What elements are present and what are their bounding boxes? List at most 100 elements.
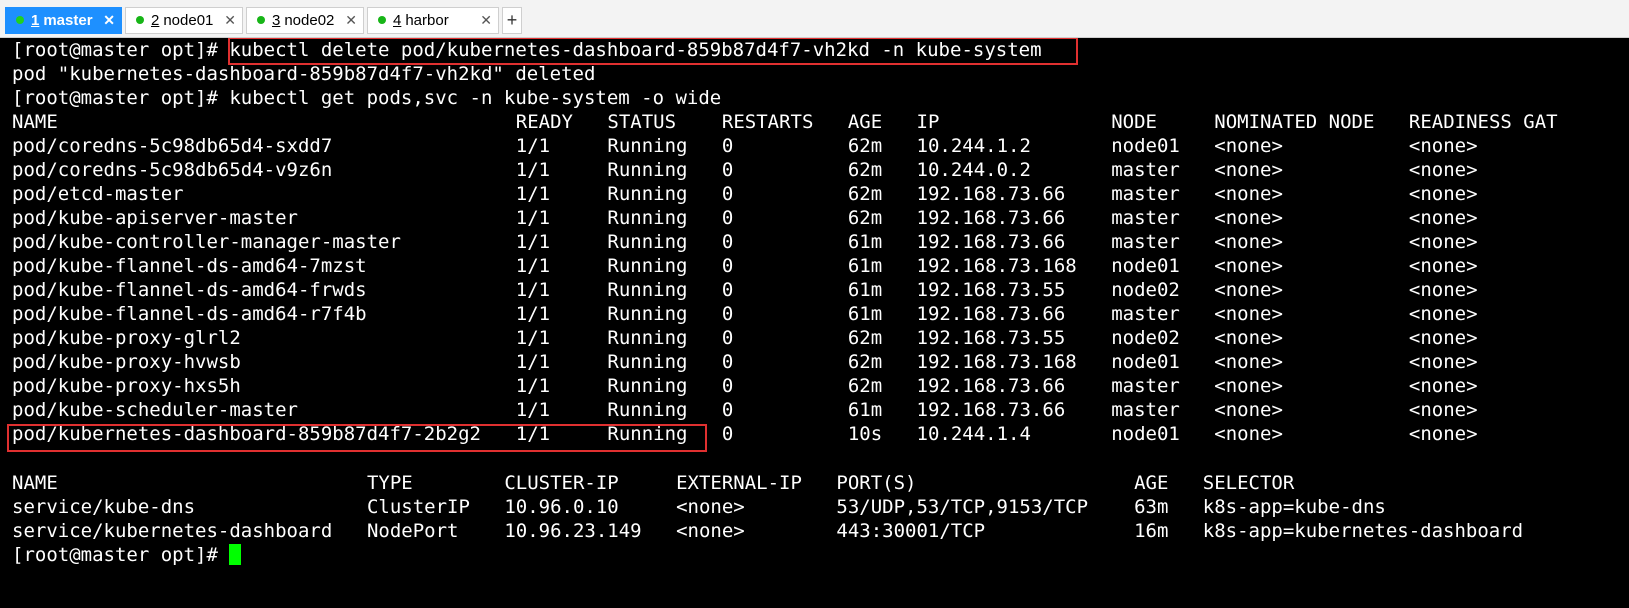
table-cell: pod/coredns-5c98db65d4-sxdd7 xyxy=(12,135,333,157)
table-cell: 1/1 xyxy=(515,207,551,229)
table-cell: Running xyxy=(607,231,688,253)
tab-number: 1 xyxy=(31,12,40,29)
table-cell: pod/coredns-5c98db65d4-v9z6n xyxy=(12,159,333,181)
table-cell: <none> xyxy=(1408,207,1478,229)
tab-node01[interactable]: 2 node01 ✕ xyxy=(125,7,243,34)
column-header: PORT(S) xyxy=(836,472,917,494)
table-cell: k8s-app=kube-dns xyxy=(1202,496,1386,518)
table-cell: 62m xyxy=(847,351,883,373)
table-cell: 0 xyxy=(721,279,734,301)
table-cell: 192.168.73.168 xyxy=(916,255,1077,277)
column-header: SELECTOR xyxy=(1202,472,1295,494)
column-header: READINESS GAT xyxy=(1408,111,1558,133)
table-cell: 192.168.73.66 xyxy=(916,303,1066,325)
table-cell: 62m xyxy=(847,159,883,181)
table-cell: 1/1 xyxy=(515,231,551,253)
table-cell: 10.244.1.4 xyxy=(916,423,1031,445)
table-cell: 62m xyxy=(847,327,883,349)
table-cell: 0 xyxy=(721,255,734,277)
table-cell: <none> xyxy=(1214,375,1283,397)
table-cell: 10.96.0.10 xyxy=(504,496,619,518)
table-cell: Running xyxy=(607,351,688,373)
close-icon[interactable]: ✕ xyxy=(103,8,115,33)
terminal-output[interactable]: [root@master opt]# kubectl delete pod/ku… xyxy=(0,38,1629,608)
table-cell: <none> xyxy=(1214,135,1283,157)
tab-master[interactable]: 1 master ✕ xyxy=(5,7,122,34)
table-cell: Running xyxy=(607,303,688,325)
table-cell: 10.244.0.2 xyxy=(916,159,1031,181)
column-header: READY xyxy=(515,111,573,133)
table-cell: 1/1 xyxy=(515,159,551,181)
table-cell: 1/1 xyxy=(515,183,551,205)
table-cell: <none> xyxy=(1408,279,1478,301)
table-cell: 0 xyxy=(721,423,734,445)
table-cell: node01 xyxy=(1111,135,1180,157)
table-cell: 0 xyxy=(721,231,734,253)
table-cell: service/kube-dns xyxy=(12,496,196,518)
close-icon[interactable]: ✕ xyxy=(480,8,492,33)
terminal-cursor xyxy=(229,544,242,565)
close-icon[interactable]: ✕ xyxy=(345,8,357,33)
table-cell: node01 xyxy=(1111,255,1180,277)
close-icon[interactable]: ✕ xyxy=(224,8,236,33)
tab-label: harbor xyxy=(405,12,449,29)
table-cell: 0 xyxy=(721,351,734,373)
tab-label: node01 xyxy=(163,12,214,29)
table-cell: 62m xyxy=(847,135,883,157)
table-cell: <none> xyxy=(1408,375,1478,397)
column-header: NAME xyxy=(12,111,58,133)
shell-prompt: [root@master opt]# xyxy=(12,39,230,61)
table-cell: 192.168.73.66 xyxy=(916,183,1066,205)
table-cell: 0 xyxy=(721,399,734,421)
table-cell: Running xyxy=(607,159,688,181)
command-line: [root@master opt]# kubectl get pods,svc … xyxy=(12,86,721,111)
table-cell: 1/1 xyxy=(515,351,551,373)
table-cell: master xyxy=(1111,231,1180,253)
table-cell: <none> xyxy=(1408,327,1478,349)
table-cell: NodePort xyxy=(366,520,459,542)
table-cell: pod/kube-flannel-ds-amd64-7mzst xyxy=(12,255,367,277)
table-cell: 443:30001/TCP xyxy=(836,520,986,542)
tab-number: 4 xyxy=(393,12,402,29)
tab-node02[interactable]: 3 node02 ✕ xyxy=(246,7,364,34)
table-cell: 10.96.23.149 xyxy=(504,520,642,542)
table-cell: master xyxy=(1111,375,1180,397)
table-cell: pod/kube-scheduler-master xyxy=(12,399,298,421)
table-cell: pod/kube-proxy-hxs5h xyxy=(12,375,241,397)
table-cell: 61m xyxy=(847,303,883,325)
new-tab-button[interactable]: + xyxy=(502,7,522,34)
table-cell: 0 xyxy=(721,159,734,181)
table-cell: Running xyxy=(607,207,688,229)
column-header: CLUSTER-IP xyxy=(504,472,619,494)
table-cell: 1/1 xyxy=(515,303,551,325)
table-cell: node01 xyxy=(1111,423,1180,445)
table-cell: 192.168.73.55 xyxy=(916,327,1066,349)
shell-prompt: [root@master opt]# xyxy=(12,544,230,566)
get-command: kubectl get pods,svc -n kube-system -o w… xyxy=(229,87,722,109)
table-cell: ClusterIP xyxy=(366,496,470,518)
table-cell: node02 xyxy=(1111,279,1180,301)
column-header: NODE xyxy=(1111,111,1157,133)
table-cell: 53/UDP,53/TCP,9153/TCP xyxy=(836,496,1089,518)
table-cell: 0 xyxy=(721,207,734,229)
table-cell: pod/kube-proxy-glrl2 xyxy=(12,327,241,349)
table-cell: master xyxy=(1111,399,1180,421)
table-cell: <none> xyxy=(1214,327,1283,349)
table-cell: <none> xyxy=(1214,351,1283,373)
table-cell: pod/kube-flannel-ds-amd64-frwds xyxy=(12,279,367,301)
tab-number: 2 xyxy=(151,12,160,29)
table-cell: <none> xyxy=(1408,423,1478,445)
table-cell: 1/1 xyxy=(515,375,551,397)
table-cell: 1/1 xyxy=(515,279,551,301)
table-cell: <none> xyxy=(1408,303,1478,325)
new-dashboard-pod-highlight xyxy=(7,424,707,452)
table-cell: <none> xyxy=(1408,183,1478,205)
tab-label: master xyxy=(43,12,93,29)
table-cell: <none> xyxy=(1408,231,1478,253)
table-cell: node02 xyxy=(1111,327,1180,349)
table-cell: pod/kube-proxy-hvwsb xyxy=(12,351,241,373)
tab-harbor[interactable]: 4 harbor ✕ xyxy=(367,7,499,34)
table-cell: 192.168.73.66 xyxy=(916,231,1066,253)
table-cell: <none> xyxy=(1408,351,1478,373)
table-cell: <none> xyxy=(1214,423,1283,445)
